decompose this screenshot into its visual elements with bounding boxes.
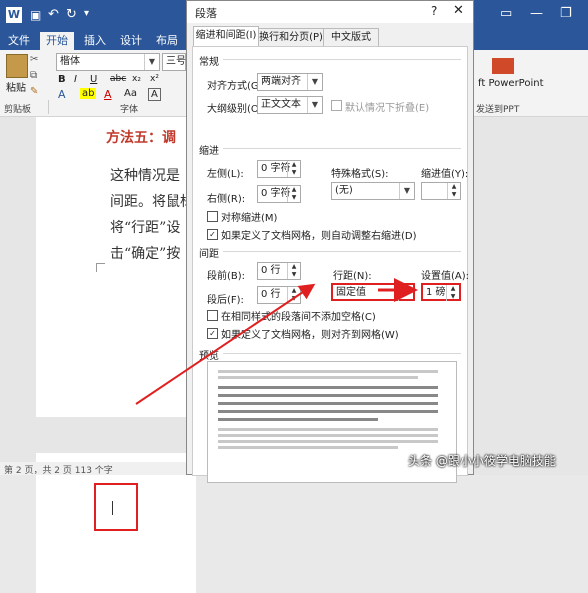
watermark-text: 头条 @跟小小筱学电脑技能 (408, 454, 556, 468)
cursor-highlight-box (94, 483, 138, 531)
annotation-arrows (135, 278, 418, 405)
text-cursor (112, 501, 113, 515)
arrow-to-line-spacing (135, 283, 316, 405)
